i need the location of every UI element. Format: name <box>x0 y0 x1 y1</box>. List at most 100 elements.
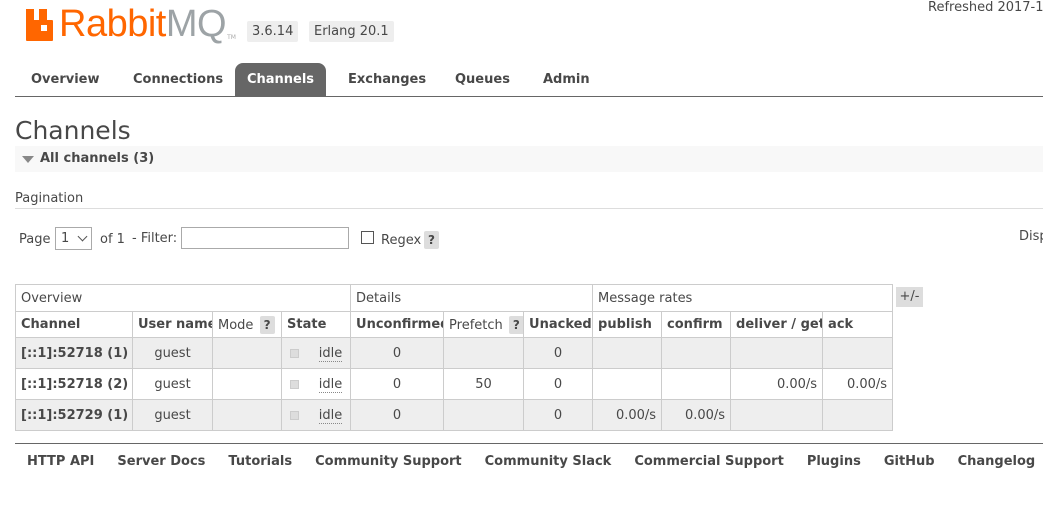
group-header-row: Overview Details Message rates <box>14 284 894 312</box>
page-select[interactable]: 1 <box>55 227 92 250</box>
footer-link-community-slack[interactable]: Community Slack <box>485 454 612 469</box>
footer-divider <box>15 443 1043 444</box>
table-row: [::1]:52729 (1) guest idle 0 0 0.00/s 0.… <box>15 399 894 431</box>
ack-rate-cell: 0.00/s <box>822 368 894 400</box>
footer-link-changelog[interactable]: Changelog <box>958 454 1036 469</box>
channel-link[interactable]: [::1]:52718 (1) <box>15 337 133 369</box>
tab-exchanges[interactable]: Exchanges <box>348 63 426 96</box>
logo-wordmark: RabbitMQ <box>59 3 227 45</box>
publish-rate-cell: 0.00/s <box>592 399 663 431</box>
col-header-state[interactable]: State <box>280 311 352 338</box>
state-cell: idle <box>280 337 352 369</box>
publish-rate-cell <box>592 337 663 369</box>
logo-text-mq: MQ <box>165 3 227 45</box>
refreshed-timestamp[interactable]: Refreshed 2017-1 <box>928 0 1043 15</box>
page-select-value: 1 <box>61 231 70 246</box>
rabbitmq-logo-icon <box>26 9 56 41</box>
mode-cell <box>212 337 282 369</box>
regex-checkbox[interactable] <box>361 231 374 244</box>
unacked-cell: 0 <box>523 399 594 431</box>
state-indicator-icon <box>289 410 299 420</box>
all-channels-section-toggle[interactable]: All channels (3) <box>15 146 1043 172</box>
state-indicator-icon <box>289 348 299 358</box>
group-header-details: Details <box>350 284 594 312</box>
tab-overview[interactable]: Overview <box>31 63 100 96</box>
state-label: idle <box>318 376 343 393</box>
state-label: idle <box>318 345 343 362</box>
col-header-user-name[interactable]: User name <box>132 311 213 338</box>
footer-link-commercial-support[interactable]: Commercial Support <box>634 454 784 469</box>
footer-link-plugins[interactable]: Plugins <box>807 454 861 469</box>
state-label: idle <box>318 407 343 424</box>
prefetch-cell <box>443 399 525 431</box>
mode-cell <box>212 399 282 431</box>
chevron-down-icon <box>77 231 88 242</box>
regex-help-icon[interactable]: ? <box>424 231 439 249</box>
page-count-label: of 1 <box>100 232 125 247</box>
tab-admin[interactable]: Admin <box>543 63 590 96</box>
tab-queues[interactable]: Queues <box>455 63 510 96</box>
col-header-mode-label: Mode <box>218 317 254 333</box>
state-indicator-icon <box>289 379 299 389</box>
confirm-rate-cell <box>661 337 732 369</box>
column-toggle-button[interactable]: +/- <box>896 287 923 307</box>
channel-link[interactable]: [::1]:52729 (1) <box>15 399 133 431</box>
footer-link-server-docs[interactable]: Server Docs <box>117 454 205 469</box>
col-header-ack[interactable]: ack <box>822 311 894 338</box>
section-label: All channels (3) <box>40 151 155 166</box>
confirm-rate-cell: 0.00/s <box>661 399 732 431</box>
regex-label: Regex <box>381 233 422 248</box>
collapse-triangle-icon <box>22 156 34 163</box>
filter-input[interactable] <box>181 227 349 249</box>
version-badge: 3.6.14 <box>247 21 299 42</box>
col-header-unconfirmed[interactable]: Unconfirmed <box>350 311 445 338</box>
rabbitmq-logo[interactable]: RabbitMQ TM <box>26 3 236 45</box>
table-row: [::1]:52718 (2) guest idle 0 50 0 0.00/s… <box>15 368 894 400</box>
channel-link[interactable]: [::1]:52718 (2) <box>15 368 133 400</box>
user-name-cell: guest <box>132 337 213 369</box>
column-header-row: Channel User name Mode ? State Unconfirm… <box>15 311 894 338</box>
pagination-divider <box>15 208 1043 209</box>
col-header-channel[interactable]: Channel <box>15 311 133 338</box>
mode-help-icon[interactable]: ? <box>259 315 275 334</box>
prefetch-help-icon[interactable]: ? <box>508 315 523 334</box>
state-cell: idle <box>280 399 352 431</box>
col-header-unacked[interactable]: Unacked <box>523 311 594 338</box>
unacked-cell: 0 <box>523 337 594 369</box>
group-header-overview: Overview <box>14 284 352 312</box>
mode-cell <box>212 368 282 400</box>
col-header-publish[interactable]: publish <box>592 311 663 338</box>
deliver-get-rate-cell: 0.00/s <box>730 368 824 400</box>
footer-link-community-support[interactable]: Community Support <box>315 454 462 469</box>
page-label: Page <box>19 232 51 247</box>
ack-rate-cell <box>822 337 894 369</box>
unconfirmed-cell: 0 <box>350 337 445 369</box>
col-header-prefetch-label: Prefetch <box>449 317 503 333</box>
logo-text-rabbit: Rabbit <box>59 3 166 45</box>
tab-channels[interactable]: Channels <box>235 63 326 96</box>
tab-connections[interactable]: Connections <box>133 63 223 96</box>
group-header-message-rates: Message rates <box>592 284 894 312</box>
user-name-cell: guest <box>132 368 213 400</box>
pagination-heading: Pagination <box>15 191 84 206</box>
table-row: [::1]:52718 (1) guest idle 0 0 <box>15 337 894 369</box>
logo-trademark: TM <box>227 34 236 41</box>
user-name-cell: guest <box>132 399 213 431</box>
filter-label: - Filter: <box>132 231 178 246</box>
deliver-get-rate-cell <box>730 337 824 369</box>
col-header-deliver-get[interactable]: deliver / get <box>730 311 824 338</box>
channels-table: Overview Details Message rates Channel U… <box>14 284 894 431</box>
footer-link-http-api[interactable]: HTTP API <box>27 454 94 469</box>
state-cell: idle <box>280 368 352 400</box>
col-header-confirm[interactable]: confirm <box>661 311 732 338</box>
ack-rate-cell <box>822 399 894 431</box>
prefetch-cell: 50 <box>443 368 525 400</box>
col-header-mode: Mode ? <box>212 311 282 338</box>
publish-rate-cell <box>592 368 663 400</box>
unconfirmed-cell: 0 <box>350 399 445 431</box>
footer-link-tutorials[interactable]: Tutorials <box>228 454 292 469</box>
deliver-get-rate-cell <box>730 399 824 431</box>
erlang-version-badge: Erlang 20.1 <box>309 21 394 42</box>
footer-link-github[interactable]: GitHub <box>884 454 935 469</box>
unconfirmed-cell: 0 <box>350 368 445 400</box>
